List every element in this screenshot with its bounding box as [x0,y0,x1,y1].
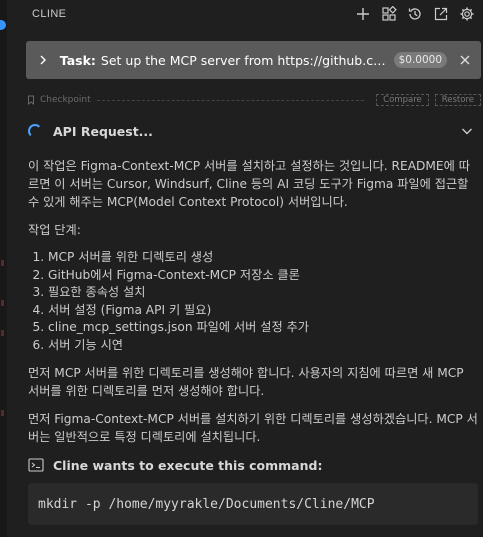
list-item: cline_mcp_settings.json 파일에 서버 설정 추가 [48,319,478,337]
header-actions [351,3,479,25]
panel-title: CLINE [32,8,67,20]
loading-spinner-icon [28,124,42,138]
task-text: Set up the MCP server from https://githu… [100,52,387,68]
mcp-servers-icon [382,6,397,21]
list-item: MCP 서버를 위한 디렉토리 생성 [48,249,478,267]
terminal-icon [28,458,44,472]
panel-header: CLINE [7,0,483,28]
restore-button[interactable]: Restore [434,94,481,106]
message-paragraph: 먼저 MCP 서버를 위한 디렉토리를 생성해야 합니다. 사용자의 지침에 따… [28,366,464,398]
cost-badge: $0.0000 [393,52,447,68]
api-request-label: API Request... [53,123,153,139]
bookmark-icon [28,95,34,105]
compare-button[interactable]: Compare [376,94,429,106]
checkpoint-label: Checkpoint [40,95,91,105]
list-item: 서버 설정 (Figma API 키 필요) [48,302,478,320]
history-button[interactable] [403,3,427,25]
settings-button[interactable] [455,3,479,25]
history-icon [408,8,421,20]
gutter-mark [1,260,4,266]
gutter-mark [1,410,4,416]
assistant-message: 이 작업은 Figma-Context-MCP 서버를 설치하고 설정하는 것입… [28,157,478,456]
command-code-block[interactable]: mkdir -p /home/myyrakle/Documents/Cline/… [28,483,478,525]
task-label: Task: [59,52,96,68]
api-request-row[interactable]: API Request... [28,121,478,141]
command-header: Cline wants to execute this command: [28,456,478,474]
gutter-mark [1,330,4,336]
open-in-editor-icon [434,7,448,21]
command-text: mkdir -p /home/myyrakle/Documents/Cline/… [38,496,375,512]
steps-list: MCP 서버를 위한 디렉토리 생성 GitHub에서 Figma-Contex… [28,249,478,354]
gutter-mark [1,300,4,306]
plus-icon [357,8,369,20]
message-intro: 이 작업은 Figma-Context-MCP 서버를 설치하고 설정하는 것입… [28,159,470,209]
list-item: 필요한 종속성 설치 [48,284,478,302]
chevron-down-icon[interactable] [461,124,473,139]
mcp-servers-button[interactable] [377,3,401,25]
active-indicator [0,20,6,30]
new-task-button[interactable] [351,3,375,25]
message-paragraph: 먼저 Figma-Context-MCP 서버를 설치하기 위한 디렉토리를 생… [28,412,478,444]
chevron-right-icon[interactable] [38,54,52,66]
close-icon [460,55,470,65]
open-in-editor-button[interactable] [429,3,453,25]
command-title: Cline wants to execute this command: [53,457,323,473]
gear-icon [460,7,474,21]
task-header[interactable]: Task: Set up the MCP server from https:/… [26,41,481,79]
list-item: GitHub에서 Figma-Context-MCP 저장소 클론 [48,267,478,285]
list-item: 서버 기능 시연 [48,337,478,355]
close-task-button[interactable] [459,54,471,66]
activity-strip [0,0,7,537]
checkpoint-divider [96,99,365,101]
checkpoint-row: Checkpoint Compare Restore [26,93,481,107]
steps-heading: 작업 단계: [28,223,81,237]
